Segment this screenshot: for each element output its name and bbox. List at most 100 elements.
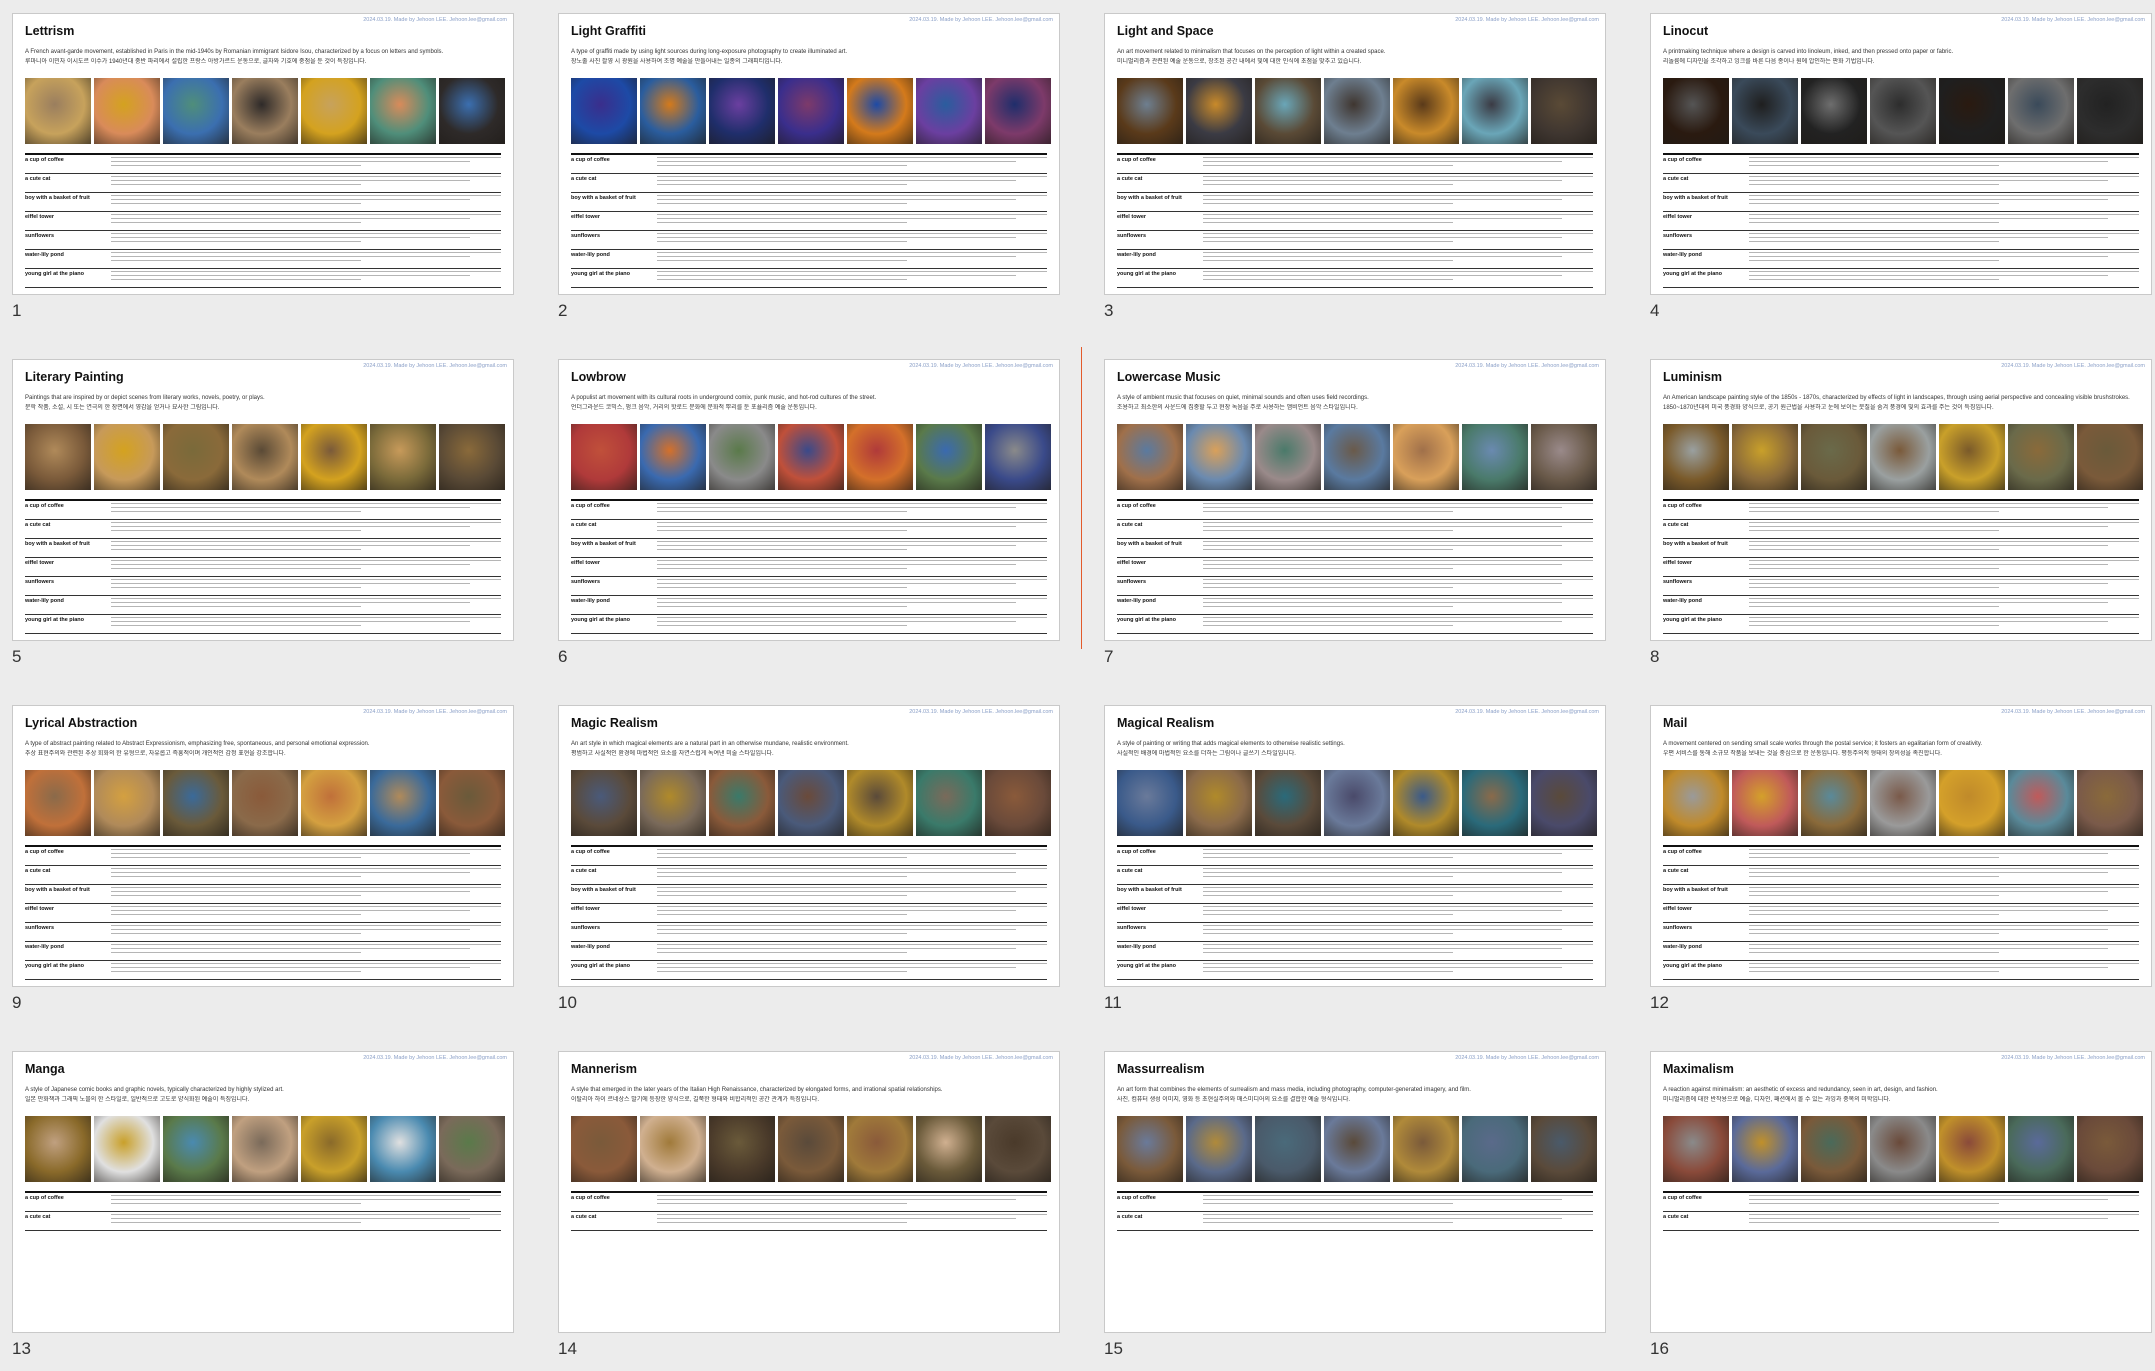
prompt-table: a cup of coffee a cute cat boy with a bask… [1117, 153, 1593, 288]
prompt-detail-text [657, 904, 1047, 918]
prompt-label: a cute cat [1117, 868, 1143, 874]
prompt-detail-text [1203, 577, 1593, 591]
sample-image [1324, 770, 1390, 836]
prompt-detail-text [657, 212, 1047, 226]
prompt-label: sunflowers [1663, 925, 1693, 931]
prompt-row: eiffel tower [1117, 558, 1593, 577]
prompt-label: boy with a basket of fruit [25, 195, 90, 201]
slide-thumbnail-3[interactable]: 2024.03.19. Made by Jehoon LEE. Jehoon.l… [1104, 13, 1606, 333]
slide-canvas[interactable]: 2024.03.19. Made by Jehoon LEE. Jehoon.l… [1650, 705, 2152, 987]
slide-description-korean: 이탈리아 하이 르네상스 말기에 등장한 양식으로, 길쭉한 형태와 비합리적인… [571, 1097, 819, 1103]
prompt-row: water-lily pond [571, 250, 1047, 269]
slide-canvas[interactable]: 2024.03.19. Made by Jehoon LEE. Jehoon.l… [1104, 1051, 1606, 1333]
slide-title: Lowercase Music [1117, 370, 1221, 384]
prompt-label: a cute cat [571, 176, 597, 182]
prompt-label: boy with a basket of fruit [1117, 887, 1182, 893]
slide-canvas[interactable]: 2024.03.19. Made by Jehoon LEE. Jehoon.l… [12, 359, 514, 641]
sample-image [1393, 770, 1459, 836]
sample-image [571, 78, 637, 144]
prompt-row: a cup of coffee [571, 501, 1047, 520]
slide-thumbnail-13[interactable]: 2024.03.19. Made by Jehoon LEE. Jehoon.l… [12, 1051, 514, 1371]
slide-thumbnail-11[interactable]: 2024.03.19. Made by Jehoon LEE. Jehoon.l… [1104, 705, 1606, 1025]
slide-canvas[interactable]: 2024.03.19. Made by Jehoon LEE. Jehoon.l… [558, 13, 1060, 295]
slide-description-korean: 문학 작품, 소설, 시 또는 연극의 한 장면에서 영감을 얻거나 묘사한 그… [25, 405, 220, 411]
prompt-table: a cup of coffee a cute cat boy with a bask… [25, 845, 501, 980]
sample-image [94, 78, 160, 144]
slide-canvas[interactable]: 2024.03.19. Made by Jehoon LEE. Jehoon.l… [1104, 359, 1606, 641]
sample-image-strip [1117, 1116, 1597, 1182]
sample-image [1462, 770, 1528, 836]
prompt-label: a cute cat [25, 1214, 51, 1220]
prompt-row: a cute cat [571, 1212, 1047, 1231]
sample-image [778, 78, 844, 144]
prompt-detail-text [1749, 866, 2139, 880]
prompt-row: water-lily pond [1117, 942, 1593, 961]
slide-thumbnail-6[interactable]: 2024.03.19. Made by Jehoon LEE. Jehoon.l… [558, 359, 1060, 679]
prompt-detail-text [111, 212, 501, 226]
prompt-row: young girl at the piano [1117, 961, 1593, 980]
sample-image [2008, 770, 2074, 836]
prompt-label: young girl at the piano [1117, 963, 1176, 969]
sample-image [1870, 1116, 1936, 1182]
sample-image-strip [25, 770, 505, 836]
sample-image [778, 1116, 844, 1182]
slide-canvas[interactable]: 2024.03.19. Made by Jehoon LEE. Jehoon.l… [558, 1051, 1060, 1333]
slide-thumbnail-7[interactable]: 2024.03.19. Made by Jehoon LEE. Jehoon.l… [1104, 359, 1606, 679]
prompt-detail-text [1203, 885, 1593, 899]
prompt-detail-text [111, 615, 501, 629]
slide-thumbnail-9[interactable]: 2024.03.19. Made by Jehoon LEE. Jehoon.l… [12, 705, 514, 1025]
prompt-row: a cute cat [1663, 866, 2139, 885]
prompt-row: eiffel tower [1663, 904, 2139, 923]
slide-thumbnail-5[interactable]: 2024.03.19. Made by Jehoon LEE. Jehoon.l… [12, 359, 514, 679]
prompt-label: boy with a basket of fruit [25, 887, 90, 893]
prompt-label: sunflowers [1663, 233, 1693, 239]
slide-thumbnail-14[interactable]: 2024.03.19. Made by Jehoon LEE. Jehoon.l… [558, 1051, 1060, 1371]
sample-image [1531, 424, 1597, 490]
sample-image [1393, 78, 1459, 144]
sample-image [778, 424, 844, 490]
slide-thumbnail-16[interactable]: 2024.03.19. Made by Jehoon LEE. Jehoon.l… [1650, 1051, 2152, 1371]
slide-thumbnail-10[interactable]: 2024.03.19. Made by Jehoon LEE. Jehoon.l… [558, 705, 1060, 1025]
sample-image-strip [25, 424, 505, 490]
prompt-row: sunflowers [25, 577, 501, 596]
slide-thumbnail-1[interactable]: 2024.03.19. Made by Jehoon LEE. Jehoon.l… [12, 13, 514, 333]
slide-canvas[interactable]: 2024.03.19. Made by Jehoon LEE. Jehoon.l… [1650, 13, 2152, 295]
slide-canvas[interactable]: 2024.03.19. Made by Jehoon LEE. Jehoon.l… [1104, 705, 1606, 987]
prompt-detail-text [1203, 539, 1593, 553]
slide-thumbnail-15[interactable]: 2024.03.19. Made by Jehoon LEE. Jehoon.l… [1104, 1051, 1606, 1371]
slide-thumbnail-2[interactable]: 2024.03.19. Made by Jehoon LEE. Jehoon.l… [558, 13, 1060, 333]
prompt-detail-text [1749, 501, 2139, 515]
slide-canvas[interactable]: 2024.03.19. Made by Jehoon LEE. Jehoon.l… [12, 13, 514, 295]
prompt-table: a cup of coffee a cute cat boy with a bask… [1663, 499, 2139, 634]
slide-canvas[interactable]: 2024.03.19. Made by Jehoon LEE. Jehoon.l… [12, 705, 514, 987]
prompt-label: a cup of coffee [571, 1195, 610, 1201]
prompt-label: boy with a basket of fruit [1663, 887, 1728, 893]
slide-description-korean: 조용하고 최소한의 사운드에 집중할 두고 현장 녹음을 주로 사용하는 앰비언… [1117, 405, 1358, 411]
prompt-table: a cup of coffee a cute cat boy with a bask… [1663, 153, 2139, 288]
sample-image [985, 424, 1051, 490]
slide-thumbnail-12[interactable]: 2024.03.19. Made by Jehoon LEE. Jehoon.l… [1650, 705, 2152, 1025]
sample-image-strip [25, 78, 505, 144]
slide-credit: 2024.03.19. Made by Jehoon LEE. Jehoon.l… [1455, 1055, 1599, 1061]
slide-canvas[interactable]: 2024.03.19. Made by Jehoon LEE. Jehoon.l… [12, 1051, 514, 1333]
slide-thumbnail-8[interactable]: 2024.03.19. Made by Jehoon LEE. Jehoon.l… [1650, 359, 2152, 679]
sample-image [163, 1116, 229, 1182]
prompt-row: a cute cat [1663, 1212, 2139, 1231]
sample-image [1801, 424, 1867, 490]
prompt-label: sunflowers [571, 233, 601, 239]
slide-thumbnail-4[interactable]: 2024.03.19. Made by Jehoon LEE. Jehoon.l… [1650, 13, 2152, 333]
prompt-row: young girl at the piano [1117, 269, 1593, 288]
prompt-label: young girl at the piano [571, 963, 630, 969]
prompt-label: a cup of coffee [571, 849, 610, 855]
prompt-row: water-lily pond [25, 942, 501, 961]
sample-image-strip [571, 424, 1051, 490]
sample-image [1939, 424, 2005, 490]
slide-canvas[interactable]: 2024.03.19. Made by Jehoon LEE. Jehoon.l… [1104, 13, 1606, 295]
sample-image [640, 1116, 706, 1182]
slide-canvas[interactable]: 2024.03.19. Made by Jehoon LEE. Jehoon.l… [558, 705, 1060, 987]
slide-credit: 2024.03.19. Made by Jehoon LEE. Jehoon.l… [909, 709, 1053, 715]
sample-image [1255, 770, 1321, 836]
slide-canvas[interactable]: 2024.03.19. Made by Jehoon LEE. Jehoon.l… [1650, 1051, 2152, 1333]
slide-canvas[interactable]: 2024.03.19. Made by Jehoon LEE. Jehoon.l… [558, 359, 1060, 641]
slide-canvas[interactable]: 2024.03.19. Made by Jehoon LEE. Jehoon.l… [1650, 359, 2152, 641]
